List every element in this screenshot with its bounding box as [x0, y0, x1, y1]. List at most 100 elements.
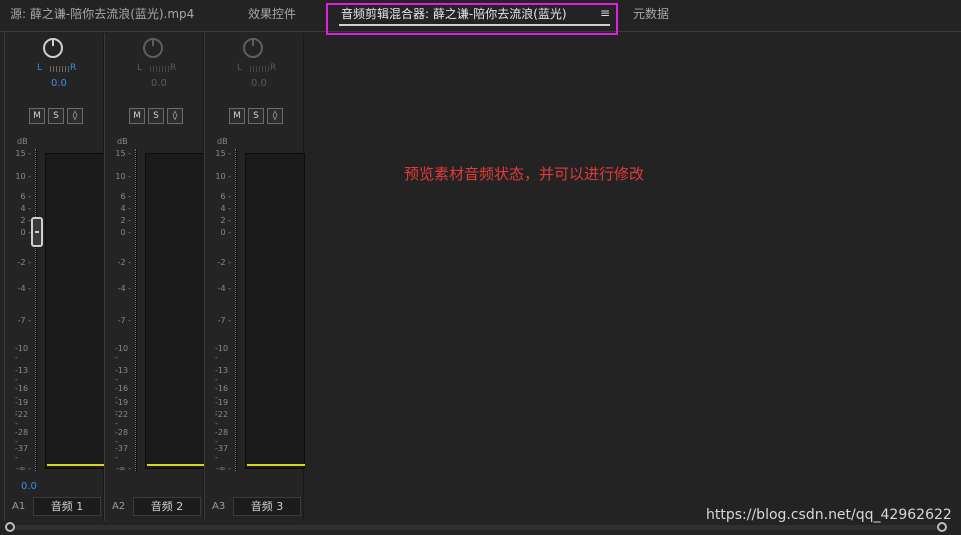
channel-a3: L R 0.0 M S ◊ dB 15 - 10 - 6 - 4 - 2 - 0 - -2 … [204, 33, 305, 521]
pan-scale [50, 66, 69, 72]
db-scale: 15 - 10 - 6 - 4 - 2 - 0 - -2 - -4 - -7 - -10 - -13… [15, 149, 31, 473]
db-tick-label: 6 - [20, 192, 31, 201]
db-tick-label: -13 - [215, 366, 229, 384]
record-button[interactable]: ◊ [67, 108, 83, 124]
scrollbar-right-handle[interactable] [937, 522, 947, 532]
channel-id: A2 [112, 501, 126, 512]
watermark-text: https://blog.csdn.net/qq_42962622 [706, 507, 952, 523]
db-tick-label: -4 - [17, 284, 31, 293]
annotation-text: 预览素材音频状态，并可以进行修改 [404, 165, 645, 183]
solo-button[interactable]: S [48, 108, 64, 124]
pan-knob[interactable] [43, 38, 63, 58]
pan-value[interactable]: 0.0 [151, 78, 167, 89]
db-scale: 15 - 10 - 6 - 4 - 2 - 0 - -2 - -4 - -7 - -10 - -13… [115, 149, 131, 473]
db-tick-label: -10 - [215, 344, 229, 362]
db-tick-label: 2 - [120, 216, 131, 225]
scrollbar-left-handle[interactable] [5, 522, 15, 532]
db-tick-label: -7 - [217, 316, 231, 325]
db-tick-label: -37 - [215, 444, 229, 462]
db-tick-label: -13 - [15, 366, 29, 384]
fader-track[interactable] [235, 149, 237, 471]
pan-value[interactable]: 0.0 [251, 78, 267, 89]
pan-right-label: R [270, 63, 277, 73]
pan-scale [250, 66, 269, 72]
db-tick-label: 2 - [220, 216, 231, 225]
db-scale: 15 - 10 - 6 - 4 - 2 - 0 - -2 - -4 - -7 - -10 - -13… [215, 149, 231, 473]
db-unit-label: dB [117, 137, 128, 146]
db-tick-label: 15 - [215, 149, 231, 158]
channel-name: 音频 1 [33, 497, 101, 516]
meter-floor-line [47, 464, 105, 466]
channel-id: A1 [12, 501, 26, 512]
annotation-highlight-box [326, 3, 618, 35]
db-tick-label: -∞ - [216, 464, 231, 473]
db-tick-label: -10 - [115, 344, 129, 362]
db-tick-label: 4 - [20, 204, 31, 213]
db-tick-label: 4 - [220, 204, 231, 213]
channel-id: A3 [212, 501, 226, 512]
pan-left-label: L [37, 63, 43, 73]
level-meter [45, 153, 105, 469]
db-tick-label: -37 - [115, 444, 129, 462]
pan-left-label: L [237, 63, 243, 73]
db-tick-label: 10 - [115, 172, 131, 181]
db-tick-label: 0 - [120, 228, 131, 237]
db-tick-label: 2 - [20, 216, 31, 225]
fader-track[interactable] [35, 149, 37, 471]
audio-clip-mixer: L R 0.0 M S ◊ dB 15 - 10 - 6 - 4 - 2 - 0 - -2 … [0, 33, 961, 523]
pan-left-label: L [137, 63, 143, 73]
pan-right-label: R [170, 63, 177, 73]
db-tick-label: -22 - [115, 410, 129, 428]
meter-floor-line [247, 464, 305, 466]
channel-name: 音频 2 [133, 497, 201, 516]
db-tick-label: -2 - [217, 258, 231, 267]
db-tick-label: -10 - [15, 344, 29, 362]
db-tick-label: -2 - [117, 258, 131, 267]
volume-fader-handle[interactable] [31, 217, 43, 247]
pan-right-label: R [70, 63, 77, 73]
scrollbar-track[interactable] [10, 525, 942, 530]
db-tick-label: -∞ - [16, 464, 31, 473]
db-tick-label: 10 - [215, 172, 231, 181]
channel-name: 音频 3 [233, 497, 301, 516]
db-tick-label: 6 - [120, 192, 131, 201]
tab-metadata[interactable]: 元数据 [633, 5, 669, 22]
db-tick-label: 10 - [15, 172, 31, 181]
channel-a1: L R 0.0 M S ◊ dB 15 - 10 - 6 - 4 - 2 - 0 - -2 … [4, 33, 105, 521]
fader-value[interactable]: 0.0 [21, 481, 37, 492]
db-tick-label: -22 - [215, 410, 229, 428]
solo-button[interactable]: S [148, 108, 164, 124]
tab-effect-controls[interactable]: 效果控件 [248, 5, 296, 22]
tab-source[interactable]: 源: 薛之谦-陪你去流浪(蓝光).mp4 [10, 5, 194, 22]
db-tick-label: -7 - [117, 316, 131, 325]
pan-value[interactable]: 0.0 [51, 78, 67, 89]
pan-knob[interactable] [143, 38, 163, 58]
db-tick-label: -7 - [17, 316, 31, 325]
db-tick-label: -4 - [117, 284, 131, 293]
db-tick-label: 15 - [15, 149, 31, 158]
mute-button[interactable]: M [29, 108, 45, 124]
db-unit-label: dB [217, 137, 228, 146]
mute-button[interactable]: M [129, 108, 145, 124]
db-tick-label: -22 - [15, 410, 29, 428]
db-unit-label: dB [17, 137, 28, 146]
record-button[interactable]: ◊ [167, 108, 183, 124]
db-tick-label: -2 - [17, 258, 31, 267]
level-meter [245, 153, 305, 469]
db-tick-label: -37 - [15, 444, 29, 462]
horizontal-scrollbar[interactable] [0, 522, 961, 535]
db-tick-label: -13 - [115, 366, 129, 384]
level-meter [145, 153, 205, 469]
solo-button[interactable]: S [248, 108, 264, 124]
pan-knob[interactable] [243, 38, 263, 58]
record-button[interactable]: ◊ [267, 108, 283, 124]
channel-a2: L R 0.0 M S ◊ dB 15 - 10 - 6 - 4 - 2 - 0 - -2 … [104, 33, 205, 521]
pan-scale [150, 66, 169, 72]
fader-track[interactable] [135, 149, 137, 471]
db-tick-label: 0 - [20, 228, 31, 237]
meter-floor-line [147, 464, 205, 466]
mute-button[interactable]: M [229, 108, 245, 124]
db-tick-label: -4 - [217, 284, 231, 293]
db-tick-label: 6 - [220, 192, 231, 201]
db-tick-label: -∞ - [116, 464, 131, 473]
